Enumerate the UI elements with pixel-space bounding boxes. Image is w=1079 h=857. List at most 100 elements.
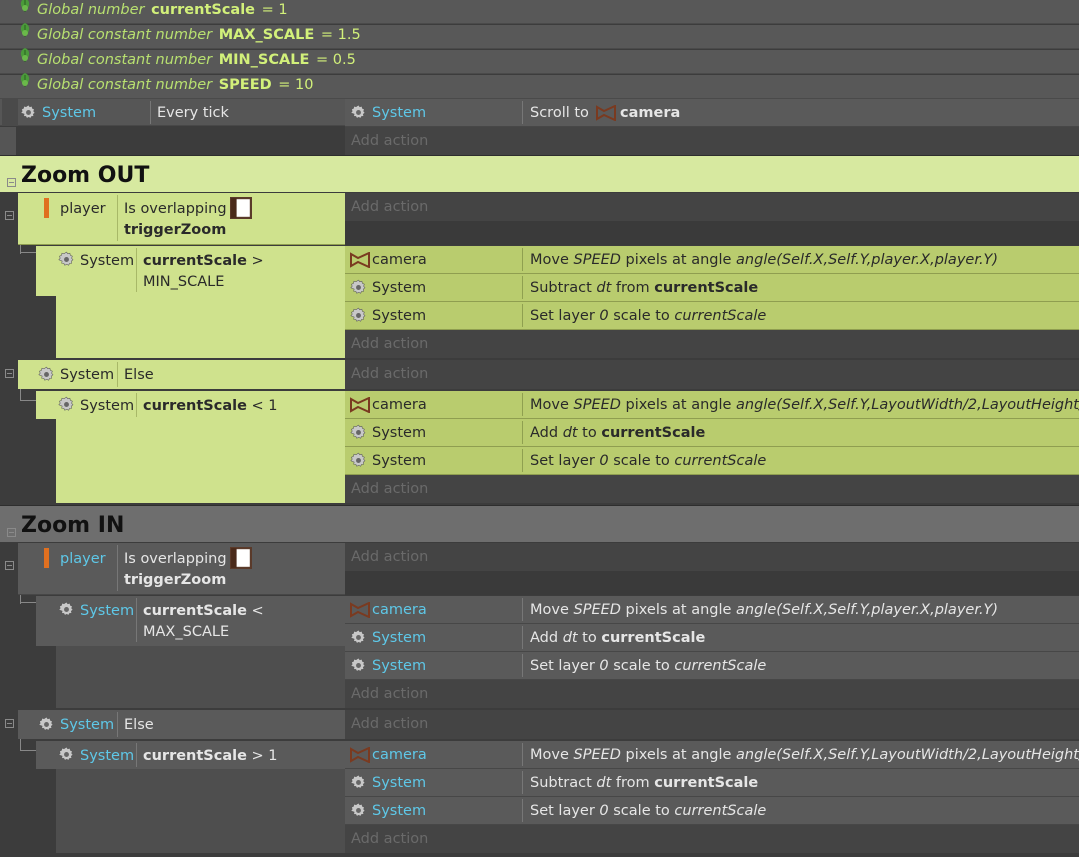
add-action-button[interactable]: Add action — [345, 543, 1079, 571]
condition-object: System — [60, 367, 115, 383]
collapse-toggle[interactable] — [7, 178, 16, 187]
condition-text: Else — [124, 717, 154, 733]
action-object: camera — [372, 252, 427, 268]
global-variable-text: Global constant number SPEED = 10 — [37, 77, 314, 93]
sub-event-condition[interactable]: System currentScale < MAX_SCALE — [36, 596, 345, 646]
condition-text: Every tick — [157, 105, 229, 121]
action-prefix: Scroll to — [530, 105, 589, 121]
add-action-button[interactable]: Add action — [345, 193, 1079, 221]
gear-icon — [58, 601, 75, 618]
collapse-toggle[interactable] — [5, 719, 14, 728]
sub-event-condition[interactable]: System currentScale > MIN_SCALE — [36, 246, 345, 296]
action-row[interactable]: System Add dt to currentScale — [345, 624, 1079, 652]
add-action-button[interactable]: Add action — [345, 680, 1079, 708]
action-row[interactable]: System Scroll to camera — [345, 99, 1079, 127]
action-object: System — [372, 630, 427, 646]
condition-text-line2: MIN_SCALE — [143, 274, 225, 290]
action-row[interactable]: camera Move SPEED pixels at angle angle(S… — [345, 596, 1079, 624]
action-object: System — [372, 425, 427, 441]
global-variable-icon — [18, 22, 32, 38]
action-row[interactable]: camera Move SPEED pixels at angle angle(S… — [345, 741, 1079, 769]
condition-text: currentScale < 1 — [143, 398, 278, 414]
action-row[interactable]: System Set layer 0 scale to currentScale — [345, 797, 1079, 825]
add-action-button[interactable]: Add action — [345, 710, 1079, 739]
action-object: System — [372, 308, 427, 324]
global-variable-text: Global constant number MIN_SCALE = 0.5 — [37, 52, 356, 68]
condition-object: System — [80, 603, 135, 619]
action-text: Add dt to currentScale — [530, 630, 706, 646]
action-row[interactable]: System Add dt to currentScale — [345, 419, 1079, 447]
action-text: Move SPEED pixels at angle angle(Self.X,… — [530, 747, 1079, 763]
else-condition[interactable]: System Else — [18, 710, 345, 739]
global-variable-row[interactable]: Global constant number MIN_SCALE = 0.5 — [0, 50, 1079, 74]
gear-icon — [350, 424, 367, 441]
action-row[interactable]: camera Move SPEED pixels at angle angle(S… — [345, 246, 1079, 274]
collapse-toggle[interactable] — [5, 561, 14, 570]
global-variable-row[interactable]: Global constant number MAX_SCALE = 1.5 — [0, 25, 1079, 49]
gear-icon — [38, 716, 55, 733]
action-object: camera — [372, 602, 427, 618]
action-text: Add dt to currentScale — [530, 425, 706, 441]
collapse-toggle[interactable] — [7, 528, 16, 537]
gear-icon — [350, 104, 367, 121]
gear-icon — [350, 629, 367, 646]
action-object: System — [372, 803, 427, 819]
player-icon — [44, 548, 49, 568]
collapse-toggle[interactable] — [5, 369, 14, 378]
condition-object: System — [80, 748, 135, 764]
gear-icon — [350, 452, 367, 469]
action-object: System — [372, 775, 427, 791]
gear-icon — [58, 396, 75, 413]
gear-icon — [350, 657, 367, 674]
global-variable-row[interactable]: Global number currentScale = 1 — [0, 0, 1079, 24]
collapse-toggle[interactable] — [5, 211, 14, 220]
action-row[interactable]: System Set layer 0 scale to currentScale — [345, 652, 1079, 680]
action-row[interactable]: System Set layer 0 scale to currentScale — [345, 302, 1079, 330]
event-every-tick-condition[interactable]: System Every tick — [0, 99, 345, 126]
sprite-icon — [230, 547, 252, 569]
event-trigger-condition[interactable]: player Is overlapping triggerZoom — [18, 193, 345, 245]
add-action-button[interactable]: Add action — [345, 330, 1079, 358]
action-row[interactable]: System Subtract dt from currentScale — [345, 769, 1079, 797]
event-trigger-condition[interactable]: player Is overlapping triggerZoom — [18, 543, 345, 595]
condition-object: System — [80, 398, 135, 414]
global-variable-text: Global constant number MAX_SCALE = 1.5 — [37, 27, 361, 43]
group-header[interactable]: Zoom IN — [0, 505, 1079, 542]
action-text: Move SPEED pixels at angle angle(Self.X,… — [530, 397, 1079, 413]
action-row[interactable]: camera Move SPEED pixels at angle angle(S… — [345, 391, 1079, 419]
gear-icon — [350, 802, 367, 819]
action-object: System — [372, 658, 427, 674]
action-object: camera — [372, 747, 427, 763]
global-variable-row[interactable]: Global constant number SPEED = 10 — [0, 75, 1079, 99]
action-text: Subtract dt from currentScale — [530, 775, 759, 791]
group-header[interactable]: Zoom OUT — [0, 155, 1079, 192]
add-action-button[interactable]: Add action — [345, 127, 1079, 155]
condition-text: currentScale > — [143, 253, 264, 269]
gear-icon — [350, 307, 367, 324]
condition-text: currentScale < — [143, 603, 264, 619]
sub-event-condition[interactable]: System currentScale < 1 — [36, 391, 345, 419]
gear-icon — [350, 279, 367, 296]
camera-icon — [595, 105, 617, 121]
camera-icon — [349, 602, 371, 618]
sub-event-condition[interactable]: System currentScale > 1 — [36, 741, 345, 769]
condition-object: System — [80, 253, 135, 269]
group-title: Zoom IN — [21, 513, 125, 538]
action-text: Set layer 0 scale to currentScale — [530, 658, 767, 674]
sprite-icon — [230, 197, 252, 219]
add-action-button[interactable]: Add action — [345, 475, 1079, 503]
action-object: System — [372, 280, 427, 296]
action-row[interactable]: System Set layer 0 scale to currentScale — [345, 447, 1079, 475]
global-variable-icon — [18, 0, 32, 13]
action-text: Subtract dt from currentScale — [530, 280, 759, 296]
player-icon — [44, 198, 49, 218]
condition-object: player — [60, 551, 106, 567]
add-action-button[interactable]: Add action — [345, 825, 1079, 853]
gear-icon — [20, 104, 37, 121]
else-condition[interactable]: System Else — [18, 360, 345, 389]
camera-icon — [349, 747, 371, 763]
action-row[interactable]: System Subtract dt from currentScale — [345, 274, 1079, 302]
add-action-button[interactable]: Add action — [345, 360, 1079, 389]
action-target: camera — [620, 105, 681, 121]
condition-target: triggerZoom — [124, 222, 227, 238]
